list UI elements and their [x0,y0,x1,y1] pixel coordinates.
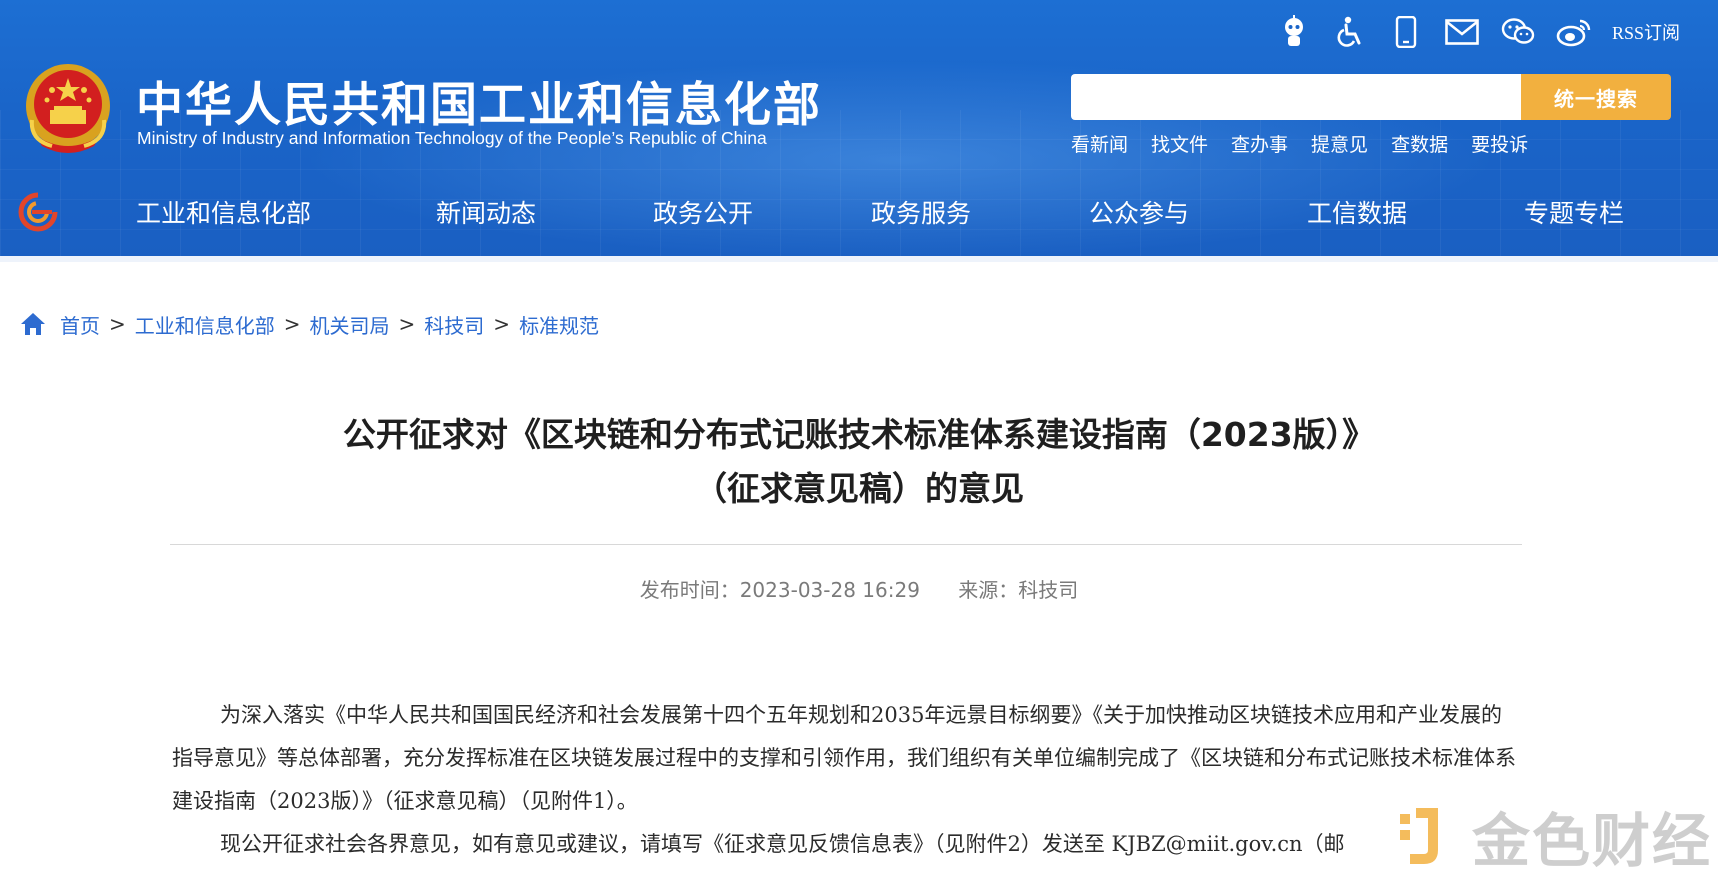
national-emblem-logo[interactable] [22,60,114,156]
quick-link-complaints[interactable]: 要投诉 [1471,130,1528,157]
header-bottom-strip [0,256,1718,262]
breadcrumb: 首页 > 工业和信息化部 > 机关司局 > 科技司 > 标准规范 [20,308,599,340]
breadcrumb-separator: > [283,312,301,336]
weibo-icon[interactable] [1556,14,1592,50]
quick-link-services[interactable]: 查办事 [1231,130,1288,157]
quick-links: 看新闻 找文件 查办事 提意见 查数据 要投诉 [1071,130,1551,157]
breadcrumb-separator: > [398,312,416,336]
accessibility-icon[interactable] [1332,14,1368,50]
publish-time: 发布时间：2023-03-28 16:29 [639,578,920,602]
search-input[interactable] [1071,74,1521,120]
site-title: 中华人民共和国工业和信息化部 [136,78,822,133]
home-icon[interactable] [20,312,46,336]
breadcrumb-standards[interactable]: 标准规范 [519,310,599,339]
breadcrumb-ministry[interactable]: 工业和信息化部 [135,310,275,339]
mobile-phone-icon[interactable] [1388,14,1424,50]
nav-item-news[interactable]: 新闻动态 [436,194,536,230]
nav-item-ministry[interactable]: 工业和信息化部 [136,194,311,230]
mail-icon[interactable] [1444,14,1480,50]
quick-link-data[interactable]: 查数据 [1391,130,1448,157]
nav-item-public-participation[interactable]: 公众参与 [1089,194,1189,230]
quick-link-suggestions[interactable]: 提意见 [1311,130,1368,157]
article-paragraph: 现公开征求社会各界意见，如有意见或建议，请填写《征求意见反馈信息表》（见附件2）… [220,832,1345,856]
article-body: 为深入落实《中华人民共和国国民经济和社会发展第十四个五年规划和2035年远景目标… [172,694,1522,866]
nav-item-government-affairs[interactable]: 政务公开 [653,194,753,230]
site-header: 中华人民共和国工业和信息化部 Ministry of Industry and … [0,0,1718,262]
article-title: 公开征求对《区块链和分布式记账技术标准体系建设指南（2023版）》 （征求意见稿… [160,408,1558,516]
watermark-text: 金色财经 [1472,807,1713,875]
article-title-line-2: （征求意见稿）的意见 [694,469,1024,508]
nav-item-industry-data[interactable]: 工信数据 [1307,194,1407,230]
breadcrumb-science-technology-dept[interactable]: 科技司 [424,310,484,339]
main-navigation: 工业和信息化部 新闻动态 政务公开 政务服务 公众参与 工信数据 专题专栏 [0,188,1718,236]
title-divider [170,544,1522,545]
breadcrumb-separator: > [493,312,511,336]
article-paragraph: 为深入落实《中华人民共和国国民经济和社会发展第十四个五年规划和2035年远景目标… [172,703,1516,813]
site-subtitle-english: Ministry of Industry and Information Tec… [137,128,767,148]
rss-subscribe-link[interactable]: RSS订阅 [1612,19,1680,45]
quick-link-documents[interactable]: 找文件 [1151,130,1208,157]
article-meta: 发布时间：2023-03-28 16:29 来源：科技司 [0,574,1718,603]
watermark: 金色财经 [1398,798,1712,875]
breadcrumb-home[interactable]: 首页 [60,310,100,339]
unified-search-button[interactable]: 统一搜索 [1521,74,1671,120]
wechat-icon[interactable] [1500,14,1536,50]
breadcrumb-separator: > [109,312,126,336]
ai-robot-icon[interactable] [1276,14,1312,50]
nav-item-government-services[interactable]: 政务服务 [871,194,971,230]
article-source: 来源：科技司 [958,578,1079,602]
quick-link-news[interactable]: 看新闻 [1071,130,1128,157]
utility-icons-bar: RSS订阅 [1276,12,1680,52]
article-title-line-1: 公开征求对《区块链和分布式记账技术标准体系建设指南（2023版）》 [342,415,1376,454]
breadcrumb-departments[interactable]: 机关司局 [310,310,390,339]
nav-item-special-topics[interactable]: 专题专栏 [1524,194,1624,230]
watermark-logo-icon [1400,808,1438,864]
ministry-c-logo-icon[interactable] [18,192,58,232]
